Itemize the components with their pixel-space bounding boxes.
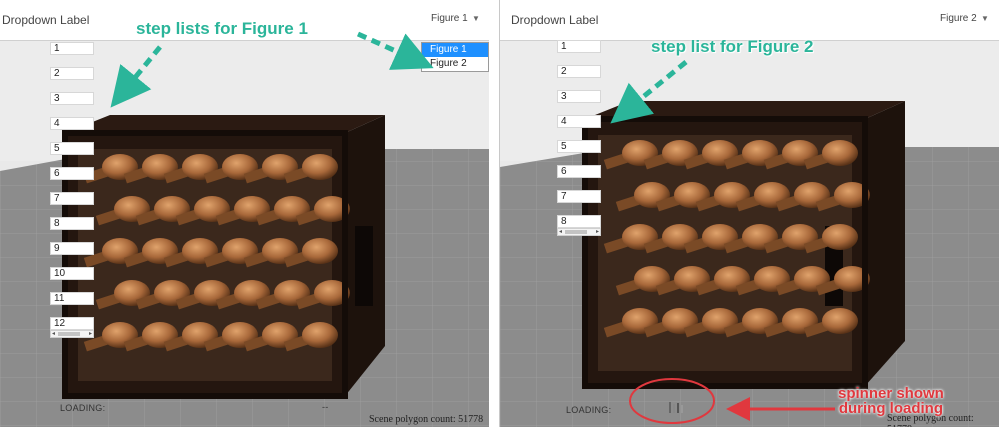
arrow-to-dropdown <box>356 31 434 70</box>
annotation-spinner-note: spinner shown during loading <box>838 386 944 416</box>
spinner-highlight-ellipse <box>629 378 715 424</box>
annotation-spinner-line2: during loading <box>838 400 943 417</box>
arrow-to-step-list-fig2 <box>610 60 688 124</box>
annotation-steps-fig2: step list for Figure 2 <box>651 37 814 56</box>
annotation-steps-fig1: step lists for Figure 1 <box>136 19 308 38</box>
annotation-spinner-line1: spinner shown <box>838 385 944 402</box>
annotation-overlay <box>110 31 835 424</box>
arrow-to-step-list-fig1 <box>110 45 162 108</box>
